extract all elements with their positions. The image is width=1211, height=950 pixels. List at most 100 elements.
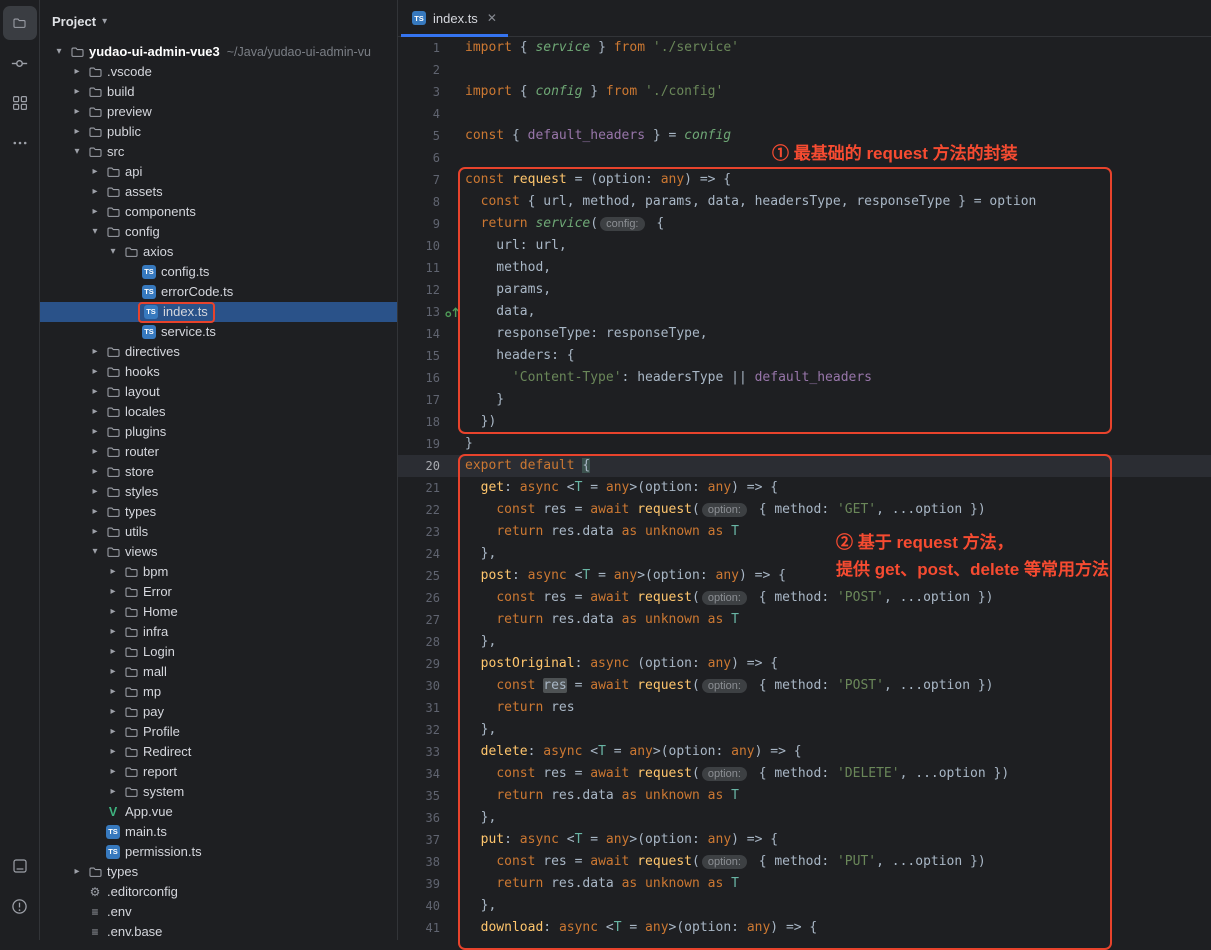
code-line-7[interactable]: 7const request = (option: any) => { bbox=[398, 169, 1211, 191]
code-line-9[interactable]: 9 return service(config: { bbox=[398, 213, 1211, 235]
chevron-right-icon[interactable]: ▸ bbox=[86, 502, 104, 522]
tree-item-components[interactable]: ▸components bbox=[40, 202, 397, 222]
chevron-right-icon[interactable]: ▸ bbox=[86, 522, 104, 542]
tree-item-report[interactable]: ▸report bbox=[40, 762, 397, 782]
code-line-22[interactable]: 22 const res = await request(option: { m… bbox=[398, 499, 1211, 521]
code-line-6[interactable]: 6 bbox=[398, 147, 1211, 169]
code-line-37[interactable]: 37 put: async <T = any>(option: any) => … bbox=[398, 829, 1211, 851]
chevron-right-icon[interactable]: ▸ bbox=[104, 742, 122, 762]
chevron-down-icon[interactable]: ▾ bbox=[104, 242, 122, 262]
chevron-right-icon[interactable]: ▸ bbox=[86, 342, 104, 362]
tree-item-bpm[interactable]: ▸bpm bbox=[40, 562, 397, 582]
chevron-down-icon[interactable]: ▾ bbox=[50, 42, 68, 62]
window-tool-icon[interactable] bbox=[3, 849, 37, 883]
tree-item-views[interactable]: ▾views bbox=[40, 542, 397, 562]
tab-index-ts[interactable]: TS index.ts ✕ bbox=[401, 0, 508, 36]
chevron-right-icon[interactable]: ▸ bbox=[86, 462, 104, 482]
chevron-down-icon[interactable]: ▾ bbox=[86, 222, 104, 242]
code-line-41[interactable]: 41 download: async <T = any>(option: any… bbox=[398, 917, 1211, 939]
chevron-down-icon[interactable]: ▾ bbox=[86, 542, 104, 562]
tree-item-infra[interactable]: ▸infra bbox=[40, 622, 397, 642]
tree-item-index.ts[interactable]: TSindex.ts bbox=[40, 302, 397, 322]
code-line-15[interactable]: 15 headers: { bbox=[398, 345, 1211, 367]
chevron-right-icon[interactable]: ▸ bbox=[86, 162, 104, 182]
code-line-31[interactable]: 31 return res bbox=[398, 697, 1211, 719]
tree-item-Login[interactable]: ▸Login bbox=[40, 642, 397, 662]
problems-tool-icon[interactable] bbox=[3, 889, 37, 923]
chevron-right-icon[interactable]: ▸ bbox=[68, 122, 86, 142]
code-line-14[interactable]: 14 responseType: responseType, bbox=[398, 323, 1211, 345]
chevron-right-icon[interactable]: ▸ bbox=[86, 442, 104, 462]
tree-item-App.vue[interactable]: VApp.vue bbox=[40, 802, 397, 822]
tree-item-src[interactable]: ▾src bbox=[40, 142, 397, 162]
tree-item-preview[interactable]: ▸preview bbox=[40, 102, 397, 122]
tree-item-Error[interactable]: ▸Error bbox=[40, 582, 397, 602]
chevron-right-icon[interactable]: ▸ bbox=[86, 482, 104, 502]
code-line-8[interactable]: 8 const { url, method, params, data, hea… bbox=[398, 191, 1211, 213]
tree-item-permission.ts[interactable]: TSpermission.ts bbox=[40, 842, 397, 862]
tree-item-styles[interactable]: ▸styles bbox=[40, 482, 397, 502]
tree-item-api[interactable]: ▸api bbox=[40, 162, 397, 182]
tree-item-yudao-ui-admin-vue3[interactable]: ▾yudao-ui-admin-vue3~/Java/yudao-ui-admi… bbox=[40, 42, 397, 62]
tree-item-config[interactable]: ▾config bbox=[40, 222, 397, 242]
chevron-right-icon[interactable]: ▸ bbox=[86, 422, 104, 442]
chevron-right-icon[interactable]: ▸ bbox=[104, 722, 122, 742]
chevron-right-icon[interactable]: ▸ bbox=[86, 182, 104, 202]
tree-item-hooks[interactable]: ▸hooks bbox=[40, 362, 397, 382]
tree-item-locales[interactable]: ▸locales bbox=[40, 402, 397, 422]
tree-item-utils[interactable]: ▸utils bbox=[40, 522, 397, 542]
tree-item-system[interactable]: ▸system bbox=[40, 782, 397, 802]
chevron-right-icon[interactable]: ▸ bbox=[68, 862, 86, 882]
chevron-right-icon[interactable]: ▸ bbox=[104, 622, 122, 642]
code-line-1[interactable]: 1import { service } from './service' bbox=[398, 37, 1211, 59]
chevron-right-icon[interactable]: ▸ bbox=[86, 202, 104, 222]
tree-item-.vscode[interactable]: ▸.vscode bbox=[40, 62, 397, 82]
chevron-right-icon[interactable]: ▸ bbox=[104, 642, 122, 662]
chevron-right-icon[interactable]: ▸ bbox=[104, 782, 122, 802]
tree-item-errorCode.ts[interactable]: TSerrorCode.ts bbox=[40, 282, 397, 302]
tree-item-build[interactable]: ▸build bbox=[40, 82, 397, 102]
code-line-24[interactable]: 24 }, bbox=[398, 543, 1211, 565]
tree-item-directives[interactable]: ▸directives bbox=[40, 342, 397, 362]
chevron-down-icon[interactable]: ▾ bbox=[68, 142, 86, 162]
project-tool-icon[interactable] bbox=[3, 6, 37, 40]
code-line-38[interactable]: 38 const res = await request(option: { m… bbox=[398, 851, 1211, 873]
tree-item-service.ts[interactable]: TSservice.ts bbox=[40, 322, 397, 342]
chevron-right-icon[interactable]: ▸ bbox=[104, 602, 122, 622]
more-tool-icon[interactable] bbox=[3, 126, 37, 160]
code-line-25[interactable]: 25 post: async <T = any>(option: any) =>… bbox=[398, 565, 1211, 587]
tree-item-plugins[interactable]: ▸plugins bbox=[40, 422, 397, 442]
chevron-down-icon[interactable]: ▾ bbox=[102, 16, 107, 27]
code-line-18[interactable]: 18 }) bbox=[398, 411, 1211, 433]
code-line-3[interactable]: 3import { config } from './config' bbox=[398, 81, 1211, 103]
tree-item-types[interactable]: ▸types bbox=[40, 862, 397, 882]
chevron-right-icon[interactable]: ▸ bbox=[104, 582, 122, 602]
tree-item-mp[interactable]: ▸mp bbox=[40, 682, 397, 702]
tree-item-.editorconfig[interactable]: ⚙.editorconfig bbox=[40, 882, 397, 902]
tree-item-pay[interactable]: ▸pay bbox=[40, 702, 397, 722]
code-line-21[interactable]: 21 get: async <T = any>(option: any) => … bbox=[398, 477, 1211, 499]
chevron-right-icon[interactable]: ▸ bbox=[86, 382, 104, 402]
chevron-right-icon[interactable]: ▸ bbox=[68, 62, 86, 82]
code-line-4[interactable]: 4 bbox=[398, 103, 1211, 125]
chevron-right-icon[interactable]: ▸ bbox=[104, 762, 122, 782]
chevron-right-icon[interactable]: ▸ bbox=[68, 82, 86, 102]
chevron-right-icon[interactable]: ▸ bbox=[104, 562, 122, 582]
tree-item-main.ts[interactable]: TSmain.ts bbox=[40, 822, 397, 842]
code-line-35[interactable]: 35 return res.data as unknown as T bbox=[398, 785, 1211, 807]
code-line-12[interactable]: 12 params, bbox=[398, 279, 1211, 301]
code-line-40[interactable]: 40 }, bbox=[398, 895, 1211, 917]
code-line-30[interactable]: 30 const res = await request(option: { m… bbox=[398, 675, 1211, 697]
chevron-right-icon[interactable]: ▸ bbox=[86, 402, 104, 422]
project-panel-header[interactable]: Project ▾ bbox=[40, 0, 397, 42]
chevron-right-icon[interactable]: ▸ bbox=[104, 662, 122, 682]
tree-item-.env.base[interactable]: ≡.env.base bbox=[40, 922, 397, 940]
tree-item-mall[interactable]: ▸mall bbox=[40, 662, 397, 682]
close-icon[interactable]: ✕ bbox=[487, 11, 497, 25]
tree-item-axios[interactable]: ▾axios bbox=[40, 242, 397, 262]
code-line-27[interactable]: 27 return res.data as unknown as T bbox=[398, 609, 1211, 631]
tree-item-Profile[interactable]: ▸Profile bbox=[40, 722, 397, 742]
code-line-5[interactable]: 5const { default_headers } = config bbox=[398, 125, 1211, 147]
code-line-11[interactable]: 11 method, bbox=[398, 257, 1211, 279]
code-editor[interactable]: 1import { service } from './service'23im… bbox=[398, 37, 1211, 940]
